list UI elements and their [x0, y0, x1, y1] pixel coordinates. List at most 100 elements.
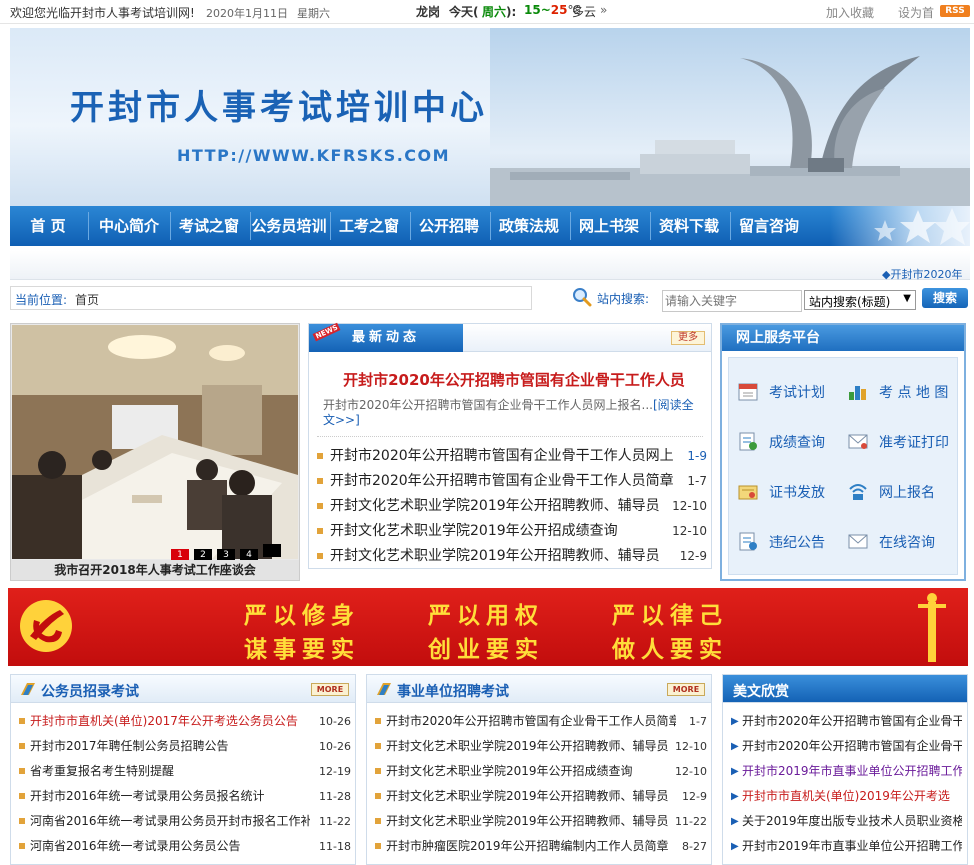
- news-summary: 开封市2020年公开招聘市管国有企业骨干工作人员网上报名...[阅读全文>>]: [323, 398, 694, 427]
- nav-item-worker-exam[interactable]: 工考之窗: [330, 206, 408, 246]
- list-item[interactable]: ▶ 开封市2020年公开招聘市管国有企业骨干: [729, 709, 963, 734]
- list-item[interactable]: 河南省2016年统一考试录用公务员公告 11-18: [17, 834, 351, 859]
- bullet-icon: [19, 743, 25, 749]
- news-header: 最新动态 NEWS 更多: [309, 322, 711, 352]
- nav-separator: [88, 212, 89, 240]
- service-certificate[interactable]: 证书发放: [729, 478, 841, 504]
- list-item[interactable]: 开封文化艺术职业学院2019年公开招成绩查询 12-10: [317, 519, 707, 544]
- more-button[interactable]: MORE: [311, 683, 349, 696]
- search-scope-select[interactable]: 站内搜索(标题) ▼: [804, 290, 916, 310]
- bullet-icon: [375, 843, 381, 849]
- list-item[interactable]: 开封市2020年公开招聘市管国有企业骨干工作人员简章 1-7: [373, 709, 707, 734]
- col-header: 美文欣赏: [723, 675, 967, 703]
- main-nav: 首 页 中心简介 考试之窗 公务员培训 工考之窗 公开招聘 政策法规 网上书架 …: [10, 206, 970, 246]
- site-title: 开封市人事考试培训中心: [70, 88, 488, 128]
- banner-skyline: [490, 28, 970, 206]
- list-item[interactable]: 开封文化艺术职业学院2019年公开招聘教师、辅导员 12-10: [317, 494, 707, 519]
- bullet-icon: [317, 478, 323, 484]
- arrow-right-icon: ▶: [731, 791, 739, 802]
- set-homepage-link[interactable]: 设为首: [898, 4, 934, 21]
- list-item[interactable]: 开封市2020年公开招聘市管国有企业骨干工作人员简章 1-7: [317, 469, 707, 494]
- list-item[interactable]: 开封文化艺术职业学院2019年公开招聘教师、辅导员 12-9: [373, 784, 707, 809]
- list-item[interactable]: ▶ 开封市2019年市直事业单位公开招聘工作: [729, 834, 963, 859]
- rss-icon[interactable]: RSS: [940, 5, 970, 17]
- current-weekday: 星期六: [297, 7, 330, 20]
- nav-item-civil-training[interactable]: 公务员培训: [250, 206, 328, 246]
- bullet-icon: [19, 718, 25, 724]
- news-headline[interactable]: 开封市2020年公开招聘市管国有企业骨干工作人员: [329, 369, 699, 390]
- scrolling-notice[interactable]: ◆开封市2020年: [882, 266, 970, 282]
- nav-item-exam-window[interactable]: 考试之窗: [170, 206, 248, 246]
- bullet-icon: [375, 818, 381, 824]
- nav-item-home[interactable]: 首 页: [10, 206, 86, 246]
- score-icon: [739, 432, 757, 451]
- list-item[interactable]: 开封市2020年公开招聘市管国有企业骨干工作人员网上 1-9: [317, 444, 707, 469]
- search-input[interactable]: [662, 290, 802, 312]
- nav-item-policies[interactable]: 政策法规: [490, 206, 568, 246]
- meeting-photo-icon: [12, 325, 298, 559]
- civil-servant-list: 开封市市直机关(单位)2017年公开考选公务员公告 10-26 开封市2017年聘…: [17, 709, 351, 859]
- nav-item-bookshelf[interactable]: 网上书架: [570, 206, 648, 246]
- site-banner: 开封市人事考试培训中心 HTTP://WWW.KFRSKS.COM: [10, 28, 970, 206]
- weather-today: 今天(: [449, 5, 479, 19]
- bullet-icon: [19, 843, 25, 849]
- nav-item-recruitment[interactable]: 公开招聘: [410, 206, 488, 246]
- service-discipline-notice[interactable]: 违纪公告: [729, 528, 841, 554]
- list-item[interactable]: 河南省2016年统一考试录用公务员开封市报名工作补 11-22: [17, 809, 351, 834]
- online-service-panel: 网上服务平台 考试计划 考 点 地 图 成绩查询 准考证打印 证书发放 网上报名: [720, 323, 966, 581]
- search-button[interactable]: 搜索: [922, 288, 968, 308]
- nav-item-downloads[interactable]: 资料下载: [650, 206, 728, 246]
- mail-icon: [848, 434, 868, 449]
- bullet-icon: [19, 818, 25, 824]
- service-exam-plan[interactable]: 考试计划: [729, 378, 841, 404]
- slideshow-caption[interactable]: 我市召开2018年人事考试工作座谈会: [11, 560, 299, 580]
- list-item[interactable]: ▶ 开封市2020年公开招聘市管国有企业骨干: [729, 734, 963, 759]
- list-item[interactable]: 省考重复报名考生特别提醒 12-19: [17, 759, 351, 784]
- bullet-icon: [19, 793, 25, 799]
- list-item[interactable]: 开封市2017年聘任制公务员招聘公告 10-26: [17, 734, 351, 759]
- huabiao-pillar-icon: [918, 593, 946, 662]
- list-item[interactable]: 开封市肿瘤医院2019年公开招聘编制内工作人员简章 8-27: [373, 834, 707, 859]
- arrow-right-icon: ▶: [731, 841, 739, 852]
- more-button[interactable]: MORE: [667, 683, 705, 696]
- arrow-right-icon: ▶: [731, 716, 739, 727]
- bullet-icon: [19, 768, 25, 774]
- add-favorite-link[interactable]: 加入收藏: [826, 4, 874, 21]
- news-more-button[interactable]: 更多: [671, 331, 705, 345]
- weather-more-icon[interactable]: »: [600, 3, 607, 17]
- list-item[interactable]: 开封市2016年统一考试录用公务员报名统计 11-28: [17, 784, 351, 809]
- weather-city: 龙岗: [416, 5, 441, 19]
- list-item[interactable]: ▶ 关于2019年度出版专业技术人员职业资格: [729, 809, 963, 834]
- service-score-query[interactable]: 成绩查询: [729, 428, 841, 454]
- list-item[interactable]: 开封市市直机关(单位)2017年公开考选公务员公告 10-26: [17, 709, 351, 734]
- nav-item-about[interactable]: 中心简介: [90, 206, 168, 246]
- weather-condition: 多云: [572, 5, 597, 19]
- news-divider: [317, 436, 703, 437]
- nav-star-decoration: [830, 206, 970, 246]
- bullet-icon: [317, 453, 323, 459]
- breadcrumb: 当前位置: 首页: [10, 286, 532, 310]
- list-item[interactable]: ▶ 开封市2019年市直事业单位公开招聘工作: [729, 759, 963, 784]
- party-emblem-icon: [20, 600, 72, 652]
- service-online-signup[interactable]: 网上报名: [839, 478, 951, 504]
- slideshow-photo[interactable]: [12, 325, 298, 559]
- service-online-consult[interactable]: 在线咨询: [839, 528, 951, 554]
- list-item[interactable]: ▶ 开封市市直机关(单位)2019年公开考选: [729, 784, 963, 809]
- search-label: 站内搜索:: [597, 292, 650, 306]
- slide-dot[interactable]: [263, 544, 281, 557]
- list-item[interactable]: 开封文化艺术职业学院2019年公开招成绩查询 12-10: [373, 759, 707, 784]
- service-admission-print[interactable]: 准考证打印: [839, 428, 951, 454]
- list-item[interactable]: 开封文化艺术职业学院2019年公开招聘教师、辅导员 12-9: [317, 544, 707, 569]
- list-item[interactable]: 开封文化艺术职业学院2019年公开招聘教师、辅导员 12-10: [373, 734, 707, 759]
- flag-icon: [377, 683, 391, 695]
- search-scope-value: 站内搜索(标题): [809, 295, 891, 309]
- service-exam-map[interactable]: 考 点 地 图: [839, 378, 951, 404]
- certificate-icon: [738, 485, 758, 500]
- list-item[interactable]: 开封文化艺术职业学院2019年公开招聘教师、辅导员 11-22: [373, 809, 707, 834]
- latest-news-panel: 最新动态 NEWS 更多 开封市2020年公开招聘市管国有企业骨干工作人员 开封…: [308, 322, 712, 569]
- breadcrumb-current[interactable]: 首页: [75, 291, 99, 308]
- nav-item-messages[interactable]: 留言咨询: [730, 206, 808, 246]
- col-header: 公务员招录考试 MORE: [11, 675, 355, 703]
- notice-strip: ◆开封市2020年: [10, 250, 970, 282]
- slideshow-pager: 12346: [171, 544, 299, 578]
